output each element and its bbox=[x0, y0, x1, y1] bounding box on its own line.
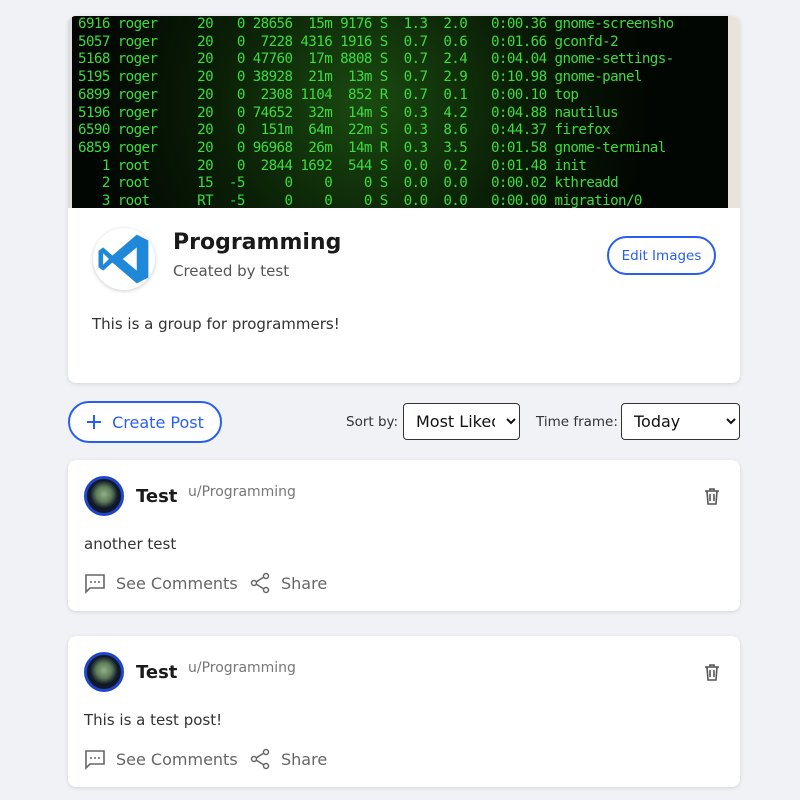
avatar bbox=[84, 652, 124, 692]
post-author[interactable]: Test bbox=[136, 662, 177, 683]
plus-icon bbox=[87, 415, 102, 429]
share-label: Share bbox=[281, 749, 328, 769]
comment-icon bbox=[85, 750, 105, 770]
sort-label: Sort by: bbox=[346, 414, 399, 430]
avatar bbox=[84, 476, 124, 516]
time-frame-label: Time frame: bbox=[536, 414, 618, 430]
post-body: This is a test post! bbox=[84, 711, 223, 729]
share-label: Share bbox=[281, 573, 328, 593]
post-card: Test u/Programming another test See Comm… bbox=[68, 460, 740, 611]
group-avatar bbox=[93, 228, 155, 290]
post-body: another test bbox=[84, 535, 177, 553]
group-banner-image: 6916 roger 20 0 28656 15m 9176 S 1.3 2.0… bbox=[68, 16, 740, 208]
see-comments-button[interactable]: See Comments bbox=[84, 748, 238, 770]
banner-terminal-text: 6916 roger 20 0 28656 15m 9176 S 1.3 2.0… bbox=[78, 16, 674, 208]
time-frame-select[interactable]: Today bbox=[621, 403, 740, 440]
group-description: This is a group for programmers! bbox=[92, 315, 340, 333]
share-button[interactable]: Share bbox=[249, 748, 327, 770]
post-card: Test u/Programming This is a test post! … bbox=[68, 636, 740, 787]
share-button[interactable]: Share bbox=[249, 572, 327, 594]
create-post-label: Create Post bbox=[112, 412, 204, 432]
comment-icon bbox=[85, 574, 105, 594]
trash-icon[interactable] bbox=[702, 486, 722, 506]
sort-select[interactable]: Most Liked bbox=[403, 403, 520, 440]
see-comments-button[interactable]: See Comments bbox=[84, 572, 238, 594]
trash-icon[interactable] bbox=[702, 662, 722, 682]
group-creator: Created by test bbox=[173, 262, 290, 280]
see-comments-label: See Comments bbox=[116, 749, 238, 769]
group-header-card: 6916 roger 20 0 28656 15m 9176 S 1.3 2.0… bbox=[68, 16, 740, 383]
create-post-button[interactable]: Create Post bbox=[68, 401, 222, 443]
edit-images-button[interactable]: Edit Images bbox=[607, 236, 716, 275]
share-icon bbox=[250, 748, 270, 770]
see-comments-label: See Comments bbox=[116, 573, 238, 593]
vscode-logo-icon bbox=[98, 234, 149, 284]
post-group[interactable]: u/Programming bbox=[188, 660, 296, 676]
share-icon bbox=[250, 572, 270, 594]
post-author[interactable]: Test bbox=[136, 486, 177, 507]
post-group[interactable]: u/Programming bbox=[188, 484, 296, 500]
group-title: Programming bbox=[173, 230, 342, 255]
